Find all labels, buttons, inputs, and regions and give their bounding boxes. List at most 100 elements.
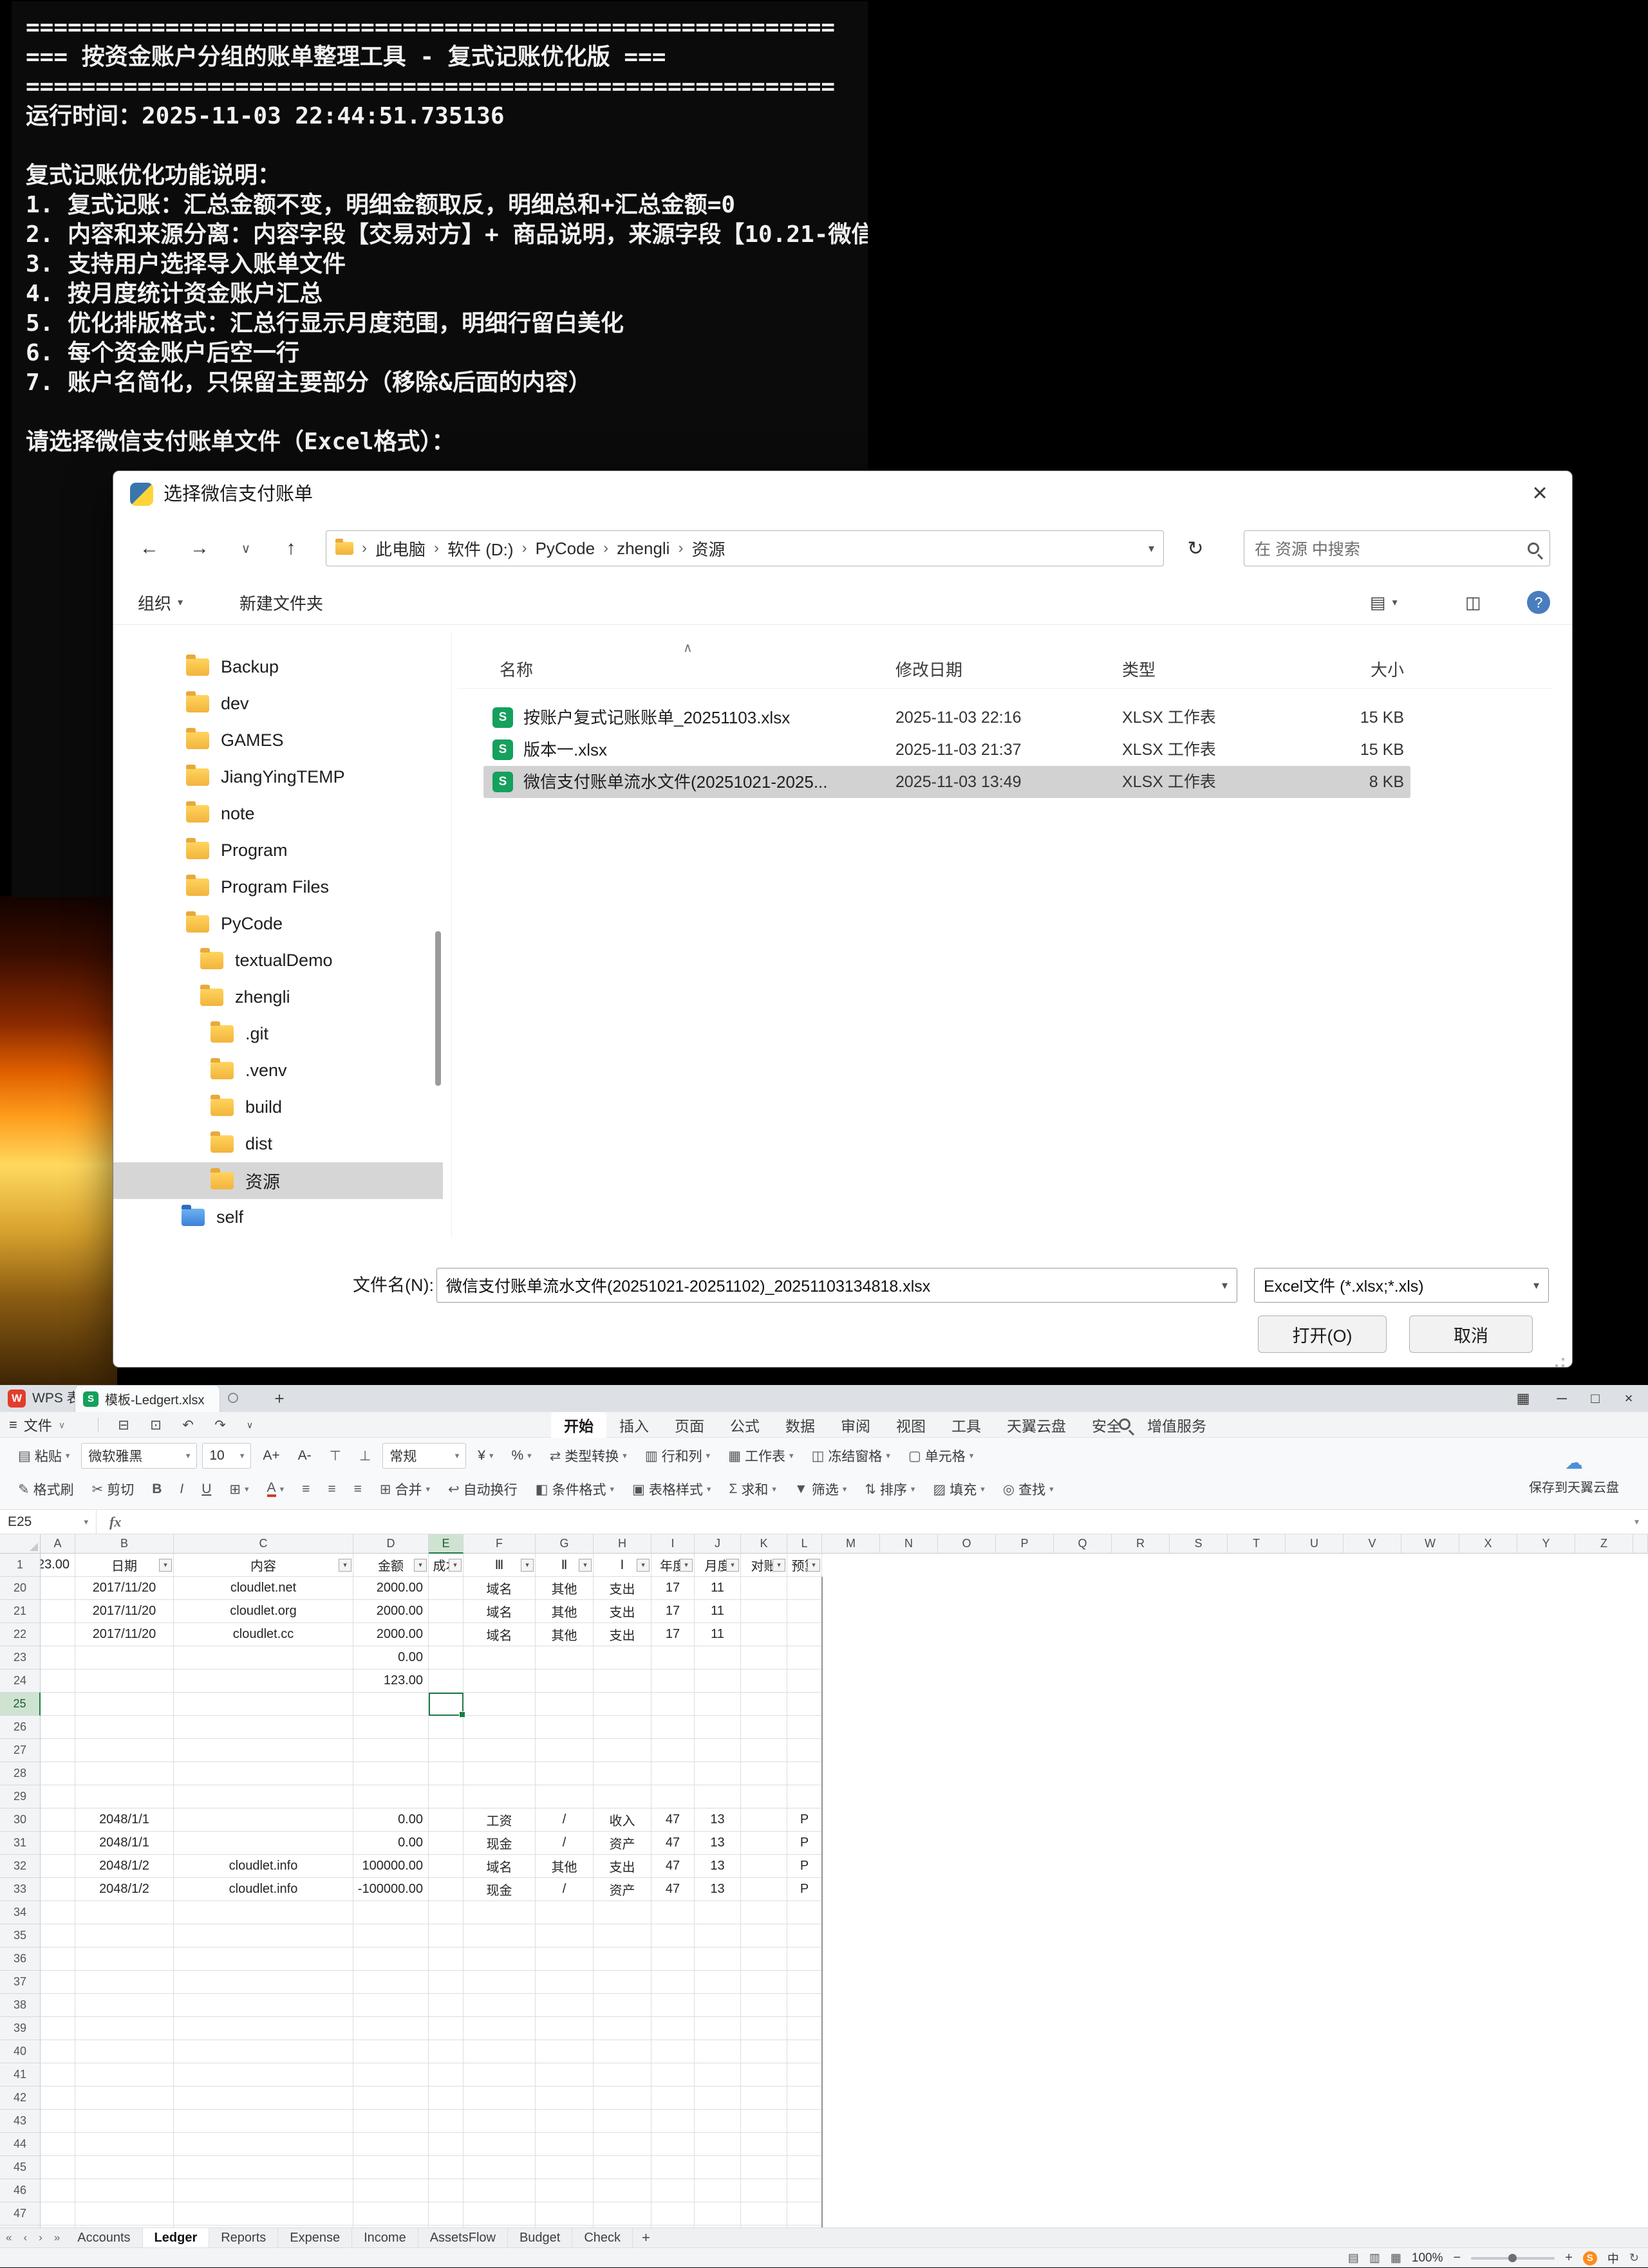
cell-K31[interactable] bbox=[741, 1832, 787, 1855]
percent-button[interactable]: %▾ bbox=[505, 1442, 538, 1469]
cell-D35[interactable] bbox=[353, 1924, 429, 1947]
cell-H40[interactable] bbox=[594, 2040, 651, 2063]
add-sheet-button[interactable]: + bbox=[633, 2229, 659, 2246]
column-header-R[interactable]: R bbox=[1112, 1534, 1170, 1554]
zoom-in-button[interactable]: + bbox=[1565, 2251, 1573, 2265]
cell-E23[interactable] bbox=[429, 1646, 464, 1669]
cell-B47[interactable] bbox=[75, 2202, 174, 2226]
cell-H44[interactable] bbox=[594, 2133, 651, 2156]
cell-L24[interactable] bbox=[787, 1669, 822, 1693]
wrap-button[interactable]: ↩自动换行 bbox=[442, 1476, 524, 1503]
cell-L23[interactable] bbox=[787, 1646, 822, 1669]
sidebar-item-dist[interactable]: dist bbox=[113, 1126, 443, 1162]
cell-A36[interactable] bbox=[41, 1947, 75, 1971]
sidebar-item-self[interactable]: self bbox=[113, 1199, 443, 1236]
organize-button[interactable]: 组织 ▾ bbox=[138, 582, 183, 623]
cell-G28[interactable] bbox=[536, 1762, 594, 1785]
cell-A23[interactable] bbox=[41, 1646, 75, 1669]
cell-C33[interactable]: cloudlet.info bbox=[174, 1878, 353, 1901]
breadcrumb-segment[interactable]: 此电脑 bbox=[375, 537, 426, 561]
column-header-C[interactable]: C bbox=[174, 1534, 353, 1554]
view-page-layout-icon[interactable]: ▥ bbox=[1369, 2251, 1380, 2265]
cell-C21[interactable]: cloudlet.org bbox=[174, 1600, 353, 1623]
cell-B37[interactable] bbox=[75, 1971, 174, 1994]
cell-G45[interactable] bbox=[536, 2156, 594, 2179]
cell-L40[interactable] bbox=[787, 2040, 822, 2063]
cell-F40[interactable] bbox=[464, 2040, 536, 2063]
cell-A40[interactable] bbox=[41, 2040, 75, 2063]
number-format-select[interactable]: 常规▾ bbox=[382, 1443, 466, 1469]
cell-B45[interactable] bbox=[75, 2156, 174, 2179]
cell-H31[interactable]: 资产 bbox=[594, 1832, 651, 1855]
cell-K22[interactable] bbox=[741, 1623, 787, 1646]
cell-C42[interactable] bbox=[174, 2087, 353, 2110]
next-sheet-icon[interactable]: › bbox=[33, 2231, 48, 2244]
cell-A25[interactable] bbox=[41, 1693, 75, 1716]
cell-A24[interactable] bbox=[41, 1669, 75, 1693]
cell-J46[interactable] bbox=[695, 2179, 741, 2202]
column-header-size[interactable]: 大小 bbox=[1288, 653, 1404, 687]
cell-C45[interactable] bbox=[174, 2156, 353, 2179]
cell-I44[interactable] bbox=[651, 2133, 695, 2156]
sidebar-item-note[interactable]: note bbox=[113, 795, 443, 832]
cell-B28[interactable] bbox=[75, 1762, 174, 1785]
cell-I40[interactable] bbox=[651, 2040, 695, 2063]
cell-J34[interactable] bbox=[695, 1901, 741, 1924]
cell-K41[interactable] bbox=[741, 2063, 787, 2087]
cell-E45[interactable] bbox=[429, 2156, 464, 2179]
cell-K36[interactable] bbox=[741, 1947, 787, 1971]
row-header-33[interactable]: 33 bbox=[0, 1878, 41, 1901]
cell-K44[interactable] bbox=[741, 2133, 787, 2156]
cell-D38[interactable] bbox=[353, 1994, 429, 2017]
cell-B43[interactable] bbox=[75, 2110, 174, 2133]
sheet-tab-expense[interactable]: Expense bbox=[278, 2228, 352, 2248]
cell-E38[interactable] bbox=[429, 1994, 464, 2017]
cell-G36[interactable] bbox=[536, 1947, 594, 1971]
cell-K20[interactable] bbox=[741, 1577, 787, 1600]
address-dropdown-icon[interactable]: ▾ bbox=[1148, 542, 1154, 555]
format-painter-button[interactable]: ✎格式刷 bbox=[12, 1476, 80, 1503]
cell-H26[interactable] bbox=[594, 1716, 651, 1739]
cell-B33[interactable]: 2048/1/2 bbox=[75, 1878, 174, 1901]
cell-J39[interactable] bbox=[695, 2017, 741, 2040]
maximize-button[interactable]: □ bbox=[1578, 1385, 1612, 1412]
cell-K24[interactable] bbox=[741, 1669, 787, 1693]
cell-G27[interactable] bbox=[536, 1739, 594, 1762]
cell-J47[interactable] bbox=[695, 2202, 741, 2226]
font-name-select[interactable]: 微软雅黑▾ bbox=[81, 1443, 197, 1469]
sidebar-item-games[interactable]: GAMES bbox=[113, 722, 443, 759]
borders-button[interactable]: ⊞▾ bbox=[223, 1476, 255, 1503]
cell-D24[interactable]: 123.00 bbox=[353, 1669, 429, 1693]
tree-scrollbar[interactable] bbox=[435, 931, 441, 1086]
sidebar-item-dev[interactable]: dev bbox=[113, 685, 443, 722]
cell-L35[interactable] bbox=[787, 1924, 822, 1947]
sidebar-item--git[interactable]: .git bbox=[113, 1016, 443, 1052]
input-method-icon[interactable]: 中 bbox=[1607, 2250, 1619, 2267]
column-header-I[interactable]: I bbox=[651, 1534, 695, 1554]
breadcrumb-segment[interactable]: zhengli bbox=[617, 539, 670, 559]
cell-A37[interactable] bbox=[41, 1971, 75, 1994]
cell-L31[interactable]: P bbox=[787, 1832, 822, 1855]
worksheet-button[interactable]: ▦工作表▾ bbox=[722, 1442, 800, 1469]
font-size-select[interactable]: 10▾ bbox=[202, 1443, 251, 1469]
filter-dropdown-icon[interactable]: ▾ bbox=[414, 1559, 427, 1572]
cell-K28[interactable] bbox=[741, 1762, 787, 1785]
cut-button[interactable]: ✂剪切 bbox=[86, 1476, 141, 1503]
cell-J22[interactable]: 11 bbox=[695, 1623, 741, 1646]
cell-H47[interactable] bbox=[594, 2202, 651, 2226]
cell-G32[interactable]: 其他 bbox=[536, 1855, 594, 1878]
cell-I20[interactable]: 17 bbox=[651, 1577, 695, 1600]
cell-H29[interactable] bbox=[594, 1785, 651, 1808]
cell-G35[interactable] bbox=[536, 1924, 594, 1947]
cell-J38[interactable] bbox=[695, 1994, 741, 2017]
align-center-button[interactable]: ≡ bbox=[321, 1476, 342, 1503]
cell-I29[interactable] bbox=[651, 1785, 695, 1808]
cell-K39[interactable] bbox=[741, 2017, 787, 2040]
sheet-tab-reports[interactable]: Reports bbox=[209, 2228, 278, 2248]
cell-D46[interactable] bbox=[353, 2179, 429, 2202]
tab-插入[interactable]: 插入 bbox=[606, 1412, 662, 1438]
cell-C38[interactable] bbox=[174, 1994, 353, 2017]
cell-H43[interactable] bbox=[594, 2110, 651, 2133]
row-header-21[interactable]: 21 bbox=[0, 1600, 41, 1623]
cell-C36[interactable] bbox=[174, 1947, 353, 1971]
